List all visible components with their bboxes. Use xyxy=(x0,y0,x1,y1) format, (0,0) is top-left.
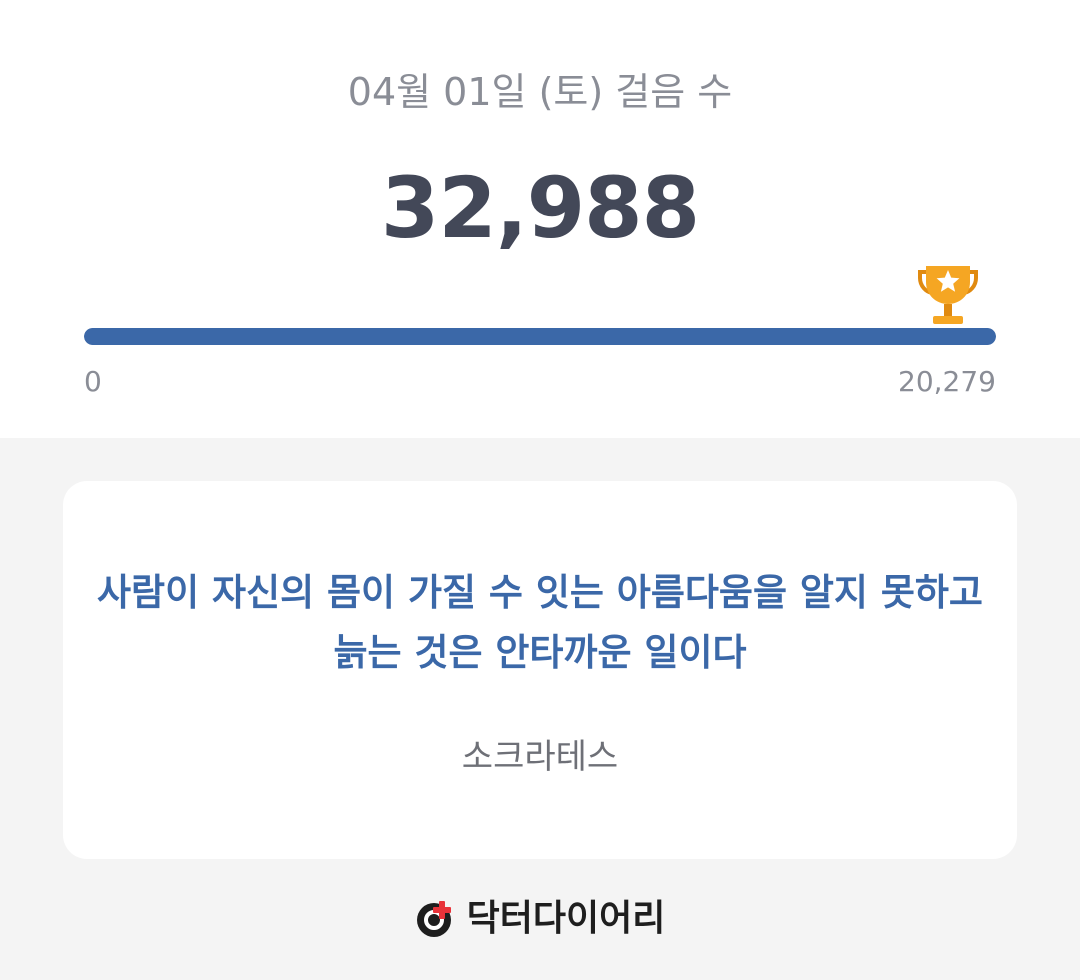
brand-footer: 닥터다이어리 xyxy=(0,894,1080,944)
step-count: 32,988 xyxy=(380,159,700,257)
step-progress-fill xyxy=(84,328,996,345)
progress-goal-label: 20,279 xyxy=(898,365,996,398)
quote-card: 사람이 자신의 몸이 가질 수 잇는 아름다움을 알지 못하고 늙는 것은 안타… xyxy=(63,481,1017,859)
quote-text: 사람이 자신의 몸이 가질 수 잇는 아름다움을 알지 못하고 늙는 것은 안타… xyxy=(97,571,983,674)
doctor-diary-logo-icon xyxy=(415,899,455,939)
quote-author: 소크라테스 xyxy=(461,737,619,777)
progress-min-label: 0 xyxy=(84,365,102,398)
brand-name: 닥터다이어리 xyxy=(466,898,666,939)
step-summary-panel: 04월 01일 (토) 걸음 수 32,988 0 20,279 xyxy=(0,0,1080,438)
step-progress-bar xyxy=(84,328,996,345)
page-title: 04월 01일 (토) 걸음 수 xyxy=(347,70,733,114)
trophy-icon xyxy=(918,262,978,330)
